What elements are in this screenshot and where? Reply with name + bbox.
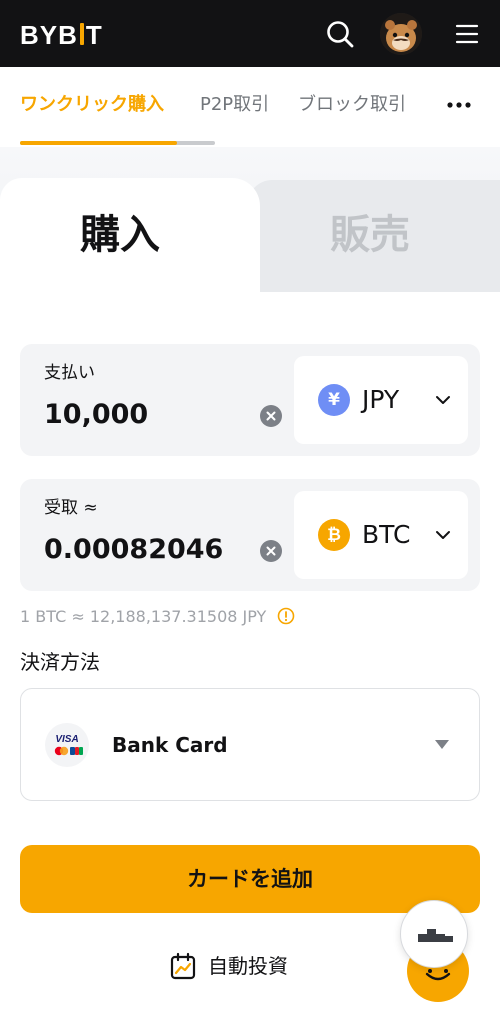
logo-text-left: BYB [20, 20, 78, 50]
clear-pay-button[interactable] [260, 405, 282, 427]
exchange-rate-text: 1 BTC ≈ 12,188,137.31508 JPY [20, 607, 267, 626]
hamburger-menu-icon[interactable] [454, 22, 480, 46]
buy-tab-label[interactable]: 購入 [80, 210, 160, 260]
widget-icon [418, 929, 453, 942]
trade-type-tabs: ワンクリック購入 P2P取引 ブロック取引 [0, 67, 500, 147]
clear-receive-button[interactable] [260, 540, 282, 562]
receive-currency-select[interactable]: ₿ BTC [294, 491, 468, 579]
logo-text-right: T [85, 20, 103, 50]
chevron-down-icon [436, 531, 450, 539]
tab-p2p-trading[interactable]: P2P取引 [200, 93, 269, 117]
tab-block-trading[interactable]: ブロック取引 [298, 93, 406, 117]
tab-one-click-buy[interactable]: ワンクリック購入 [20, 93, 164, 117]
caret-down-icon [435, 740, 449, 749]
payment-method-title: 決済方法 [20, 650, 100, 674]
receive-amount-input[interactable]: 0.00082046 [44, 533, 223, 567]
visa-mark: VISA [55, 734, 78, 745]
jpy-icon: ¥ [318, 384, 350, 416]
tabs-scroll-indicator [20, 141, 177, 145]
receive-amount-card: 受取 ≈ 0.00082046 ₿ BTC [20, 479, 480, 591]
chevron-down-icon [436, 396, 450, 404]
receive-label: 受取 ≈ [44, 498, 98, 518]
payment-method-label: Bank Card [112, 733, 228, 757]
hamster-avatar-icon [380, 13, 422, 55]
more-dots-icon[interactable] [444, 95, 474, 115]
auto-invest-link[interactable]: 自動投資 [170, 950, 288, 982]
info-icon[interactable] [277, 607, 295, 625]
logo-accent-bar [79, 23, 84, 45]
search-icon[interactable] [325, 19, 355, 49]
pay-currency-select[interactable]: ¥ JPY [294, 356, 468, 444]
exchange-rate: 1 BTC ≈ 12,188,137.31508 JPY [20, 606, 295, 628]
close-icon [266, 546, 276, 556]
auto-invest-label: 自動投資 [208, 954, 288, 978]
pay-amount-input[interactable]: 10,000 [44, 398, 148, 432]
receive-currency-code: BTC [362, 520, 411, 549]
payment-method-select[interactable]: VISA Bank Card [20, 688, 480, 801]
avatar[interactable] [380, 13, 422, 55]
pay-amount-card: 支払い 10,000 ¥ JPY [20, 344, 480, 456]
bybit-logo[interactable]: BYB T [20, 21, 103, 49]
top-navigation-bar: BYB T [0, 0, 500, 67]
pay-currency-code: JPY [362, 385, 400, 414]
card-brands-icon: VISA [45, 723, 89, 767]
tabs-fade-overlay [410, 87, 440, 123]
floating-widget-button[interactable] [400, 900, 468, 968]
calendar-chart-icon [170, 952, 196, 980]
btc-icon: ₿ [318, 519, 350, 551]
pay-label: 支払い [44, 363, 95, 383]
close-icon [266, 411, 276, 421]
sell-tab-label[interactable]: 販売 [330, 210, 410, 260]
